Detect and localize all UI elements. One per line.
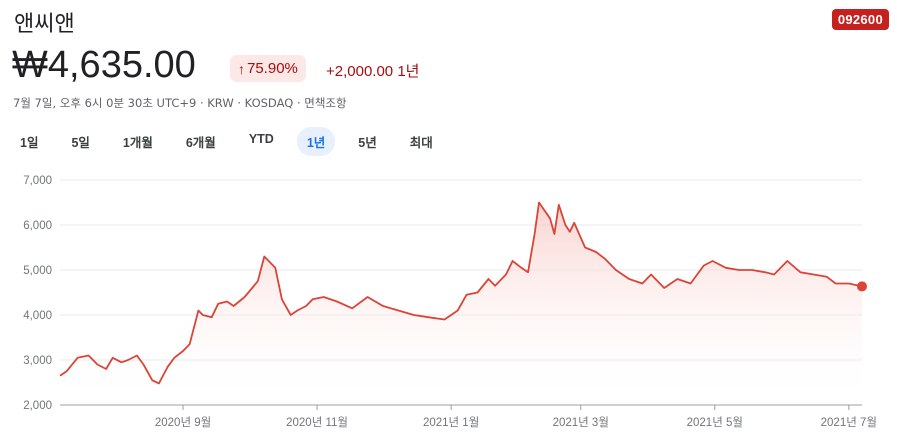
arrow-up-icon: ↑: [238, 60, 245, 77]
x-tick-label: 2021년 3월: [553, 416, 609, 429]
x-tick-label: 2021년 5월: [687, 416, 743, 429]
range-6m[interactable]: 6개월: [176, 127, 226, 156]
x-tick-label: 2020년 9월: [155, 416, 211, 429]
range-selector: 1일 5일 1개월 6개월 YTD 1년 5년 최대: [10, 127, 456, 156]
y-tick-label: 6,000: [23, 220, 52, 232]
y-tick-label: 3,000: [23, 355, 52, 367]
y-tick-label: 5,000: [23, 265, 52, 277]
range-5y[interactable]: 5년: [348, 127, 386, 156]
range-ytd[interactable]: YTD: [239, 127, 284, 156]
x-tick-label: 2020년 11월: [286, 416, 348, 429]
percent-change-value: 75.90%: [247, 60, 298, 77]
x-tick-label: 2021년 7월: [821, 416, 877, 429]
range-1y[interactable]: 1년: [296, 127, 336, 156]
range-1m[interactable]: 1개월: [113, 127, 163, 156]
stock-name: 앤씨앤: [14, 12, 75, 37]
y-tick-label: 2,000: [23, 400, 52, 412]
price-chart[interactable]: 2,0003,0004,0005,0006,0007,000 2020년 9월 2…: [0, 160, 897, 444]
current-price: ₩4,635.00: [12, 44, 196, 86]
y-axis-ticks: 2,000 3,000 4,000 5,000 6,000 7,000: [23, 175, 52, 412]
y-tick-label: 7,000: [23, 175, 52, 187]
y-tick-label: 4,000: [23, 310, 52, 322]
range-5d[interactable]: 5일: [61, 127, 99, 156]
latest-price-marker[interactable]: [857, 281, 867, 292]
x-axis-ticks: 2020년 9월 2020년 11월 2021년 1월 2021년 3월 2021년 5…: [155, 405, 877, 429]
quote-meta: 7월 7일, 오후 6시 0분 30초 UTC+9 · KRW · KOSDAQ…: [13, 96, 347, 110]
absolute-change: +2,000.00 1년: [326, 63, 420, 80]
ticker-badge[interactable]: 092600: [831, 9, 889, 30]
range-1d[interactable]: 1일: [10, 127, 48, 156]
range-max[interactable]: 최대: [400, 127, 443, 156]
percent-change-badge: ↑ 75.90%: [230, 55, 306, 82]
x-tick-label: 2021년 1월: [423, 416, 479, 429]
